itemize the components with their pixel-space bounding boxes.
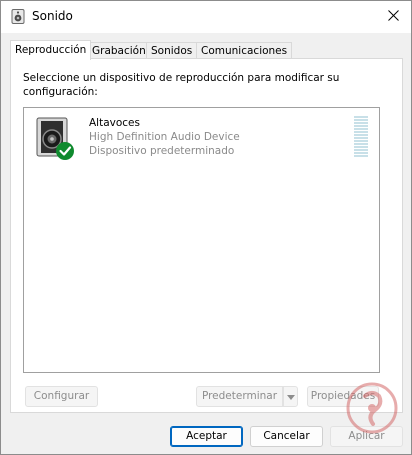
sound-dialog: Sonido Reproducción Grabación Sonidos Co… [0,0,412,455]
title-bar: Sonido [1,1,411,33]
close-icon [387,10,399,24]
tab-strip: Reproducción Grabación Sonidos Comunicac… [10,40,402,60]
device-name: Altavoces [89,117,140,129]
device-status: Dispositivo predeterminado [89,145,235,157]
configure-button[interactable]: Configurar [25,386,98,407]
volume-level-meter [354,116,368,158]
device-description: High Definition Audio Device [89,131,240,143]
instruction-text: Seleccione un dispositivo de reproducció… [23,72,340,98]
tab-reproduccion[interactable]: Reproducción [10,40,92,60]
watermark-logo-icon [337,378,407,450]
cancel-button[interactable]: Cancelar [250,426,323,447]
window-title: Sonido [32,9,73,23]
playback-tab-panel: Seleccione un dispositivo de reproducció… [10,58,403,413]
device-list-item[interactable]: Altavoces High Definition Audio Device D… [30,114,375,162]
playback-device-list[interactable]: Altavoces High Definition Audio Device D… [23,107,380,373]
speaker-small-icon [11,9,25,24]
speaker-icon [33,116,79,162]
set-default-button[interactable]: Predeterminar [196,386,283,407]
default-check-icon [56,142,74,160]
tab-grabacion[interactable]: Grabación [87,42,151,59]
set-default-dropdown[interactable] [283,386,298,407]
accept-button[interactable]: Aceptar [170,426,243,447]
tab-comunicaciones[interactable]: Comunicaciones [196,42,293,59]
close-button[interactable] [375,1,411,33]
chevron-down-icon [286,390,295,403]
tab-sonidos[interactable]: Sonidos [146,42,198,59]
